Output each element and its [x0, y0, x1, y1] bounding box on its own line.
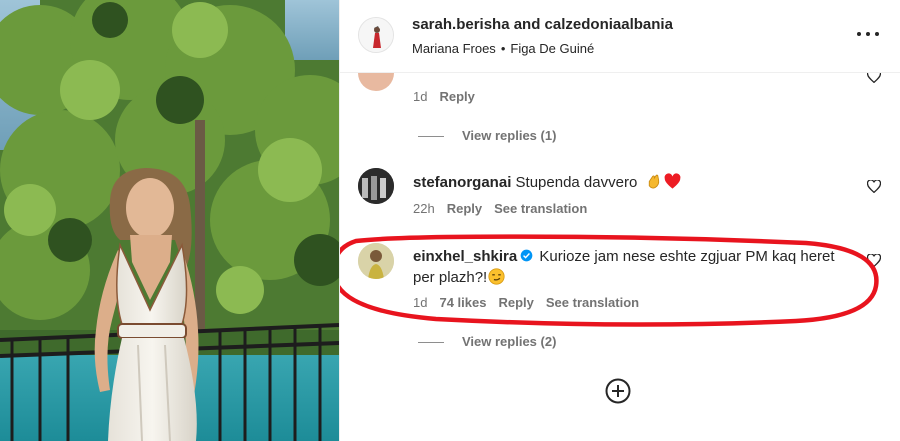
- comments-panel: sarah.berisha and calzedoniaalbania Mari…: [339, 0, 900, 441]
- reply-button[interactable]: Reply: [447, 201, 482, 216]
- separator-dot: •: [500, 41, 506, 56]
- more-options-icon[interactable]: [857, 25, 879, 41]
- comment-username[interactable]: einxhel_shkira: [413, 248, 517, 265]
- post-header: sarah.berisha and calzedoniaalbania Mari…: [340, 0, 900, 73]
- comment-time: 1d: [413, 89, 428, 104]
- see-translation-button[interactable]: See translation: [546, 295, 639, 310]
- comment-avatar[interactable]: [358, 73, 394, 91]
- comment-meta: 1d 74 likes Reply See translation: [413, 295, 651, 310]
- audio-credit[interactable]: Mariana Froes: [412, 41, 496, 56]
- view-replies-button[interactable]: View replies (2): [418, 334, 556, 349]
- view-replies-button[interactable]: View replies (1): [418, 128, 556, 143]
- view-replies-label: View replies (1): [462, 128, 557, 143]
- post-authors[interactable]: sarah.berisha and calzedoniaalbania: [412, 16, 673, 33]
- post-subtitle: Mariana Froes • Figa De Guiné: [412, 41, 594, 56]
- comment-avatar[interactable]: [358, 168, 394, 204]
- like-heart-icon[interactable]: [866, 179, 882, 194]
- comment-time: 1d: [413, 295, 428, 310]
- comment-avatar[interactable]: [358, 243, 394, 279]
- comment-text: stefanorganai Stupenda davvero: [413, 172, 853, 193]
- see-translation-button[interactable]: See translation: [494, 201, 587, 216]
- replies-line: [418, 136, 444, 138]
- avatar-image: [358, 243, 394, 279]
- reply-button[interactable]: Reply: [498, 295, 533, 310]
- avatar-image: [358, 168, 394, 204]
- post-photo[interactable]: [0, 0, 339, 441]
- comment-meta: 1d Reply: [413, 89, 487, 104]
- comment-meta: 22h Reply See translation: [413, 201, 599, 216]
- like-heart-icon[interactable]: [866, 253, 882, 268]
- verified-badge-icon: [520, 247, 533, 262]
- location-link[interactable]: Figa De Guiné: [510, 41, 594, 56]
- post-photo-image: [0, 0, 339, 441]
- plus-circle-icon[interactable]: [605, 378, 631, 404]
- like-heart-icon[interactable]: [866, 73, 882, 84]
- comment-text: einxhel_shkira Kurioze jam nese eshte zg…: [413, 246, 853, 288]
- replies-line: [418, 342, 444, 344]
- comment-body: Stupenda davvero: [515, 174, 638, 191]
- reply-button[interactable]: Reply: [439, 89, 474, 104]
- comment-list[interactable]: 1d Reply View replies (1) stefanorganai S…: [340, 73, 900, 441]
- comment-time: 22h: [413, 201, 435, 216]
- comment-username[interactable]: stefanorganai: [413, 174, 511, 191]
- clapping-hands-emoji: [645, 173, 662, 190]
- author-avatar-image: [359, 18, 393, 52]
- red-heart-emoji: [664, 173, 681, 190]
- view-replies-label: View replies (2): [462, 334, 557, 349]
- author-avatar[interactable]: [358, 17, 394, 53]
- smirking-face-emoji: [488, 268, 505, 285]
- likes-count[interactable]: 74 likes: [439, 295, 486, 310]
